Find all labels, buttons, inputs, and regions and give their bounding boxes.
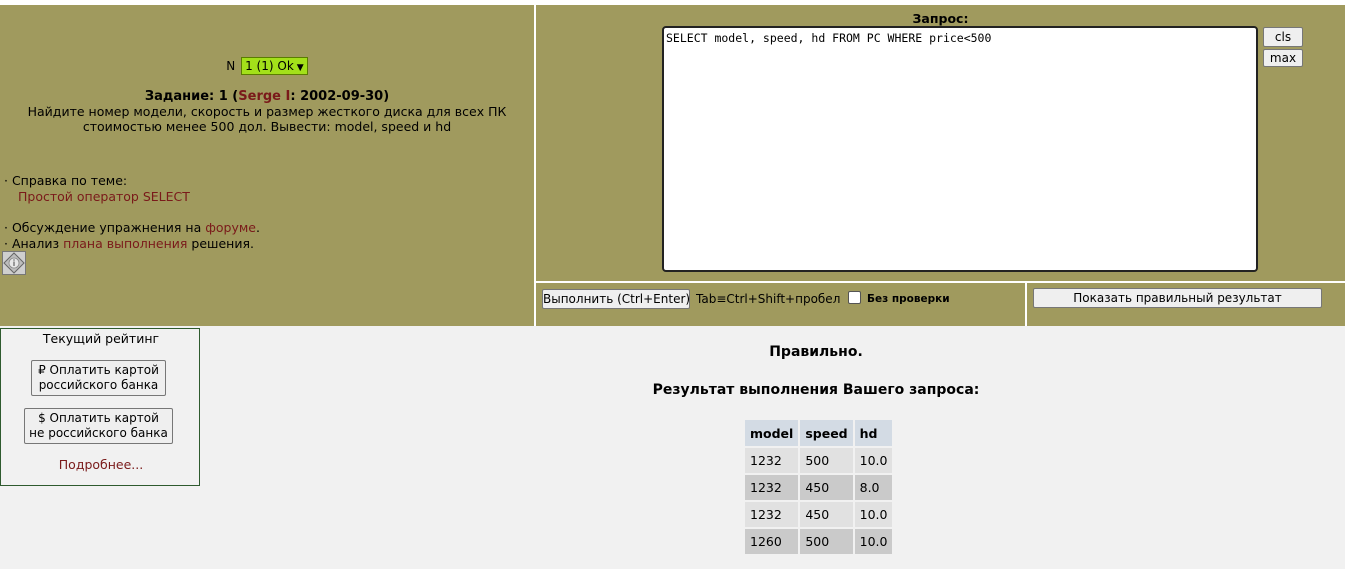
rating-title: Текущий рейтинг [42, 331, 160, 346]
task-description: Найдите номер модели, скорость и размер … [27, 104, 507, 134]
table-cell: 1260 [745, 529, 799, 554]
table-cell: 10.0 [854, 529, 893, 554]
column-header: speed [800, 420, 853, 446]
forum-link[interactable]: форуме [205, 220, 256, 235]
pay-rub-card-button[interactable]: ₽ Оплатить картой российского банка [31, 360, 166, 396]
query-panel: Запрос: SELECT model, speed, hd FROM PC … [536, 5, 1345, 281]
help-links: · Справка по теме: Простой оператор SELE… [4, 173, 260, 252]
task-select-value: 1 (1) Ok [245, 59, 294, 73]
table-cell: 10.0 [854, 502, 893, 527]
execute-toolbar: Выполнить (Ctrl+Enter) Tab≡Ctrl+Shift+пр… [536, 283, 1025, 326]
more-link[interactable]: Подробнее... [1, 457, 201, 472]
table-row: 1232 450 8.0 [745, 475, 893, 500]
task-author: Serge I [238, 89, 291, 104]
no-check-label: Без проверки [867, 293, 950, 305]
task-selector-row: N 1 (1) Ok ▼ [0, 57, 534, 75]
task-select[interactable]: 1 (1) Ok ▼ [241, 57, 308, 75]
query-textarea[interactable]: SELECT model, speed, hd FROM PC WHERE pr… [662, 26, 1258, 272]
plan-link[interactable]: плана выполнения [63, 236, 187, 251]
task-number-label: N [226, 59, 236, 73]
table-cell: 450 [800, 475, 853, 500]
rating-box: Текущий рейтинг ₽ Оплатить картой россий… [0, 328, 200, 486]
table-header-row: model speed hd [745, 420, 893, 446]
table-cell: 450 [800, 502, 853, 527]
table-cell: 500 [800, 529, 853, 554]
tab-hint: Tab≡Ctrl+Shift+пробел [696, 292, 841, 306]
table-row: 1260 500 10.0 [745, 529, 893, 554]
task-title: Задание: 1 (Serge I: 2002-09-30) [144, 89, 390, 104]
table-row: 1232 450 10.0 [745, 502, 893, 527]
task-panel: N 1 (1) Ok ▼ Задание: 1 (Serge I: 2002-09… [0, 5, 534, 326]
table-cell: 10.0 [854, 448, 893, 473]
result-status: Правильно. [769, 344, 863, 360]
help-topic-label: · Справка по теме: [4, 173, 128, 188]
result-title: Результат выполнения Вашего запроса: [652, 382, 980, 398]
table-cell: 1232 [745, 502, 799, 527]
query-label: Запрос: [912, 11, 969, 26]
column-header: hd [854, 420, 893, 446]
table-cell: 8.0 [854, 475, 893, 500]
pay-foreign-card-button[interactable]: $ Оплатить картой не российского банка [24, 408, 173, 444]
maximize-button[interactable]: max [1263, 49, 1303, 67]
execute-button[interactable]: Выполнить (Ctrl+Enter) [542, 289, 690, 309]
no-check-checkbox[interactable] [848, 291, 861, 304]
table-row: 1232 500 10.0 [745, 448, 893, 473]
clear-button[interactable]: cls [1263, 27, 1303, 47]
table-cell: 500 [800, 448, 853, 473]
info-icon[interactable] [2, 251, 26, 275]
plan-line: · Анализ плана выполнения решения. [4, 236, 254, 251]
result-table: model speed hd 1232 500 10.0 1232 450 8.… [743, 418, 894, 556]
show-result-toolbar: Показать правильный результат [1027, 283, 1345, 326]
forum-line: · Обсуждение упражнения на форуме. [4, 220, 260, 235]
chevron-down-icon: ▼ [296, 63, 304, 73]
show-correct-result-button[interactable]: Показать правильный результат [1033, 288, 1322, 308]
help-topic-link[interactable]: Простой оператор SELECT [18, 189, 190, 204]
table-cell: 1232 [745, 448, 799, 473]
column-header: model [745, 420, 799, 446]
table-cell: 1232 [745, 475, 799, 500]
